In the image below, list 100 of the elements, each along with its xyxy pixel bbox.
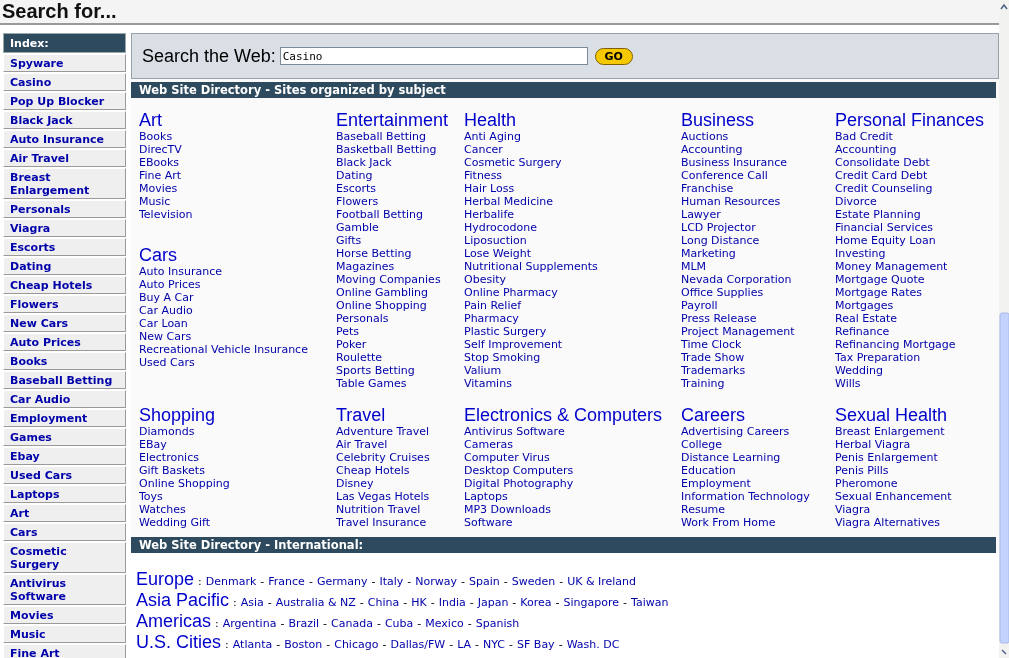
- directory-link[interactable]: Resume: [681, 503, 726, 516]
- country-link[interactable]: Singapore: [563, 596, 619, 609]
- directory-link[interactable]: Electronics: [139, 451, 199, 464]
- category-link[interactable]: Careers: [681, 405, 746, 425]
- directory-link[interactable]: Accounting: [681, 143, 743, 156]
- directory-link[interactable]: Dating: [336, 169, 373, 182]
- directory-link[interactable]: Auctions: [681, 130, 729, 143]
- index-link[interactable]: Breast Enlargement: [3, 168, 126, 199]
- country-link[interactable]: Boston: [284, 638, 323, 651]
- directory-link[interactable]: Lawyer: [681, 208, 721, 221]
- directory-link[interactable]: Pharmacy: [464, 312, 519, 325]
- directory-link[interactable]: Money Management: [835, 260, 948, 273]
- directory-link[interactable]: Vitamins: [464, 377, 512, 390]
- directory-link[interactable]: Digital Photography: [464, 477, 574, 490]
- directory-link[interactable]: Breast Enlargement: [835, 425, 945, 438]
- directory-link[interactable]: Business Insurance: [681, 156, 787, 169]
- index-link[interactable]: Books: [3, 352, 126, 370]
- directory-link[interactable]: Movies: [139, 182, 178, 195]
- directory-link[interactable]: Recreational Vehicle Insurance: [139, 343, 308, 356]
- directory-link[interactable]: MP3 Downloads: [464, 503, 552, 516]
- directory-link[interactable]: Nutrition Travel: [336, 503, 421, 516]
- directory-link[interactable]: Gift Baskets: [139, 464, 205, 477]
- directory-link[interactable]: Flowers: [336, 195, 379, 208]
- index-link[interactable]: Baseball Betting: [3, 371, 126, 389]
- directory-link[interactable]: Roulette: [336, 351, 383, 364]
- directory-link[interactable]: Herbal Viagra: [835, 438, 911, 451]
- directory-link[interactable]: Disney: [336, 477, 374, 490]
- index-link[interactable]: Pop Up Blocker: [3, 92, 126, 110]
- directory-link[interactable]: Trademarks: [681, 364, 746, 377]
- directory-link[interactable]: Sports Betting: [336, 364, 415, 377]
- directory-link[interactable]: Refinancing Mortgage: [835, 338, 956, 351]
- directory-link[interactable]: Tax Preparation: [835, 351, 921, 364]
- directory-link[interactable]: Gifts: [336, 234, 362, 247]
- category-link[interactable]: Sexual Health: [835, 405, 948, 425]
- directory-link[interactable]: Anti Aging: [464, 130, 521, 143]
- index-link[interactable]: Casino: [3, 73, 126, 91]
- directory-link[interactable]: Moving Companies: [336, 273, 441, 286]
- country-link[interactable]: Taiwan: [631, 596, 669, 609]
- category-link[interactable]: Art: [139, 110, 162, 130]
- directory-link[interactable]: Online Pharmacy: [464, 286, 558, 299]
- country-link[interactable]: Sweden: [511, 575, 556, 588]
- directory-link[interactable]: Cancer: [464, 143, 503, 156]
- directory-link[interactable]: Nevada Corporation: [681, 273, 792, 286]
- region-link[interactable]: Europe: [136, 569, 195, 590]
- index-link[interactable]: Air Travel: [3, 149, 126, 167]
- directory-link[interactable]: Personals: [336, 312, 389, 325]
- category-link[interactable]: Travel: [336, 405, 386, 425]
- directory-link[interactable]: Herbalife: [464, 208, 515, 221]
- index-link[interactable]: Art: [3, 504, 126, 522]
- directory-link[interactable]: Distance Learning: [681, 451, 781, 464]
- directory-link[interactable]: Conference Call: [681, 169, 768, 182]
- directory-link[interactable]: Mortgage Quote: [835, 273, 925, 286]
- directory-link[interactable]: Magazines: [336, 260, 395, 273]
- directory-link[interactable]: Viagra: [835, 503, 871, 516]
- directory-link[interactable]: MLM: [681, 260, 707, 273]
- directory-link[interactable]: Bad Credit: [835, 130, 893, 143]
- directory-link[interactable]: Press Release: [681, 312, 757, 325]
- index-link[interactable]: Laptops: [3, 485, 126, 503]
- country-link[interactable]: India: [438, 596, 466, 609]
- country-link[interactable]: Korea: [520, 596, 552, 609]
- directory-link[interactable]: Las Vegas Hotels: [336, 490, 430, 503]
- directory-link[interactable]: Plastic Surgery: [464, 325, 547, 338]
- country-link[interactable]: Mexico: [425, 617, 464, 630]
- directory-link[interactable]: Wills: [835, 377, 861, 390]
- directory-link[interactable]: Toys: [139, 490, 163, 503]
- directory-link[interactable]: Estate Planning: [835, 208, 921, 221]
- index-link[interactable]: Music: [3, 625, 126, 643]
- directory-link[interactable]: Long Distance: [681, 234, 760, 247]
- directory-link[interactable]: EBooks: [139, 156, 180, 169]
- country-link[interactable]: UK & Ireland: [567, 575, 637, 588]
- directory-link[interactable]: Trade Show: [681, 351, 745, 364]
- directory-link[interactable]: Real Estate: [835, 312, 898, 325]
- directory-link[interactable]: Divorce: [835, 195, 877, 208]
- index-link[interactable]: Games: [3, 428, 126, 446]
- region-link[interactable]: Asia Pacific: [136, 590, 230, 611]
- directory-link[interactable]: Celebrity Cruises: [336, 451, 430, 464]
- country-link[interactable]: Norway: [415, 575, 457, 588]
- directory-link[interactable]: Information Technology: [681, 490, 810, 503]
- category-link[interactable]: Cars: [139, 245, 177, 265]
- directory-link[interactable]: Self Improvement: [464, 338, 563, 351]
- directory-link[interactable]: Football Betting: [336, 208, 423, 221]
- directory-link[interactable]: Desktop Computers: [464, 464, 574, 477]
- directory-link[interactable]: Used Cars: [139, 356, 195, 369]
- directory-link[interactable]: Home Equity Loan: [835, 234, 936, 247]
- directory-link[interactable]: Accounting: [835, 143, 897, 156]
- category-link[interactable]: Health: [464, 110, 517, 130]
- index-link[interactable]: Dating: [3, 257, 126, 275]
- directory-link[interactable]: Hair Loss: [464, 182, 515, 195]
- country-link[interactable]: Cuba: [384, 617, 414, 630]
- directory-link[interactable]: Fitness: [464, 169, 503, 182]
- directory-link[interactable]: New Cars: [139, 330, 192, 343]
- index-link[interactable]: Employment: [3, 409, 126, 427]
- directory-link[interactable]: Travel Insurance: [336, 516, 427, 529]
- directory-link[interactable]: DirecTV: [139, 143, 182, 156]
- directory-link[interactable]: Car Audio: [139, 304, 193, 317]
- directory-link[interactable]: Hydrocodone: [464, 221, 537, 234]
- directory-link[interactable]: Human Resources: [681, 195, 781, 208]
- country-link[interactable]: Canada: [331, 617, 373, 630]
- directory-link[interactable]: Table Games: [336, 377, 407, 390]
- directory-link[interactable]: Liposuction: [464, 234, 527, 247]
